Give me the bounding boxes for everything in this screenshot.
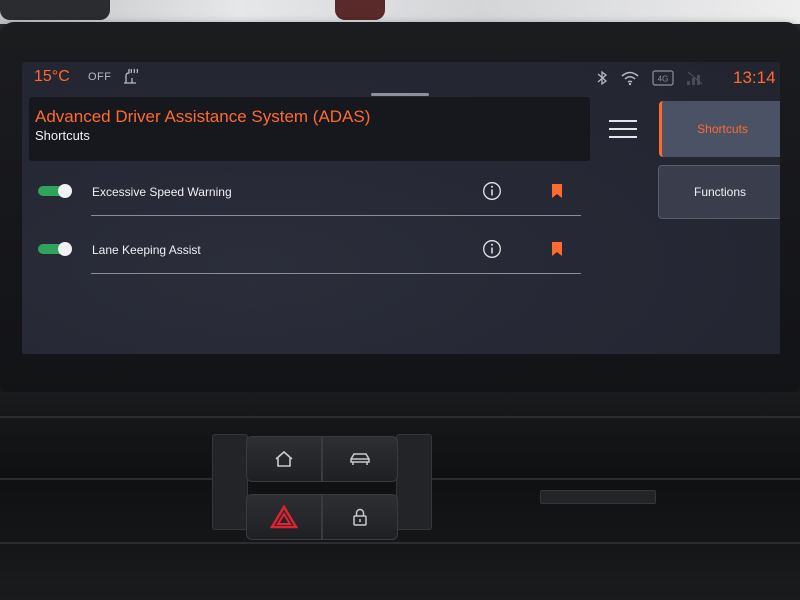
status-bar: 15°C OFF 4G 13:14 — [22, 62, 780, 92]
lane-keeping-assist-toggle[interactable] — [38, 242, 72, 256]
button-bracket — [212, 434, 248, 530]
touch-screen: 15°C OFF 4G 13:14 Advanced Driver Assist… — [22, 62, 780, 354]
info-icon[interactable] — [482, 181, 502, 201]
button-bracket — [396, 434, 432, 530]
hamburger-icon-line — [609, 136, 637, 138]
car-infotainment-scene: 15°C OFF 4G 13:14 Advanced Driver Assist… — [0, 0, 800, 600]
list-item-lane-keeping-assist: Lane Keeping Assist — [34, 232, 582, 284]
trim-line — [0, 542, 800, 544]
trim-line — [0, 416, 800, 418]
lock-button[interactable] — [322, 494, 398, 540]
background-object — [335, 0, 385, 20]
pull-down-handle[interactable] — [371, 93, 429, 96]
seat-heating-icon[interactable] — [120, 67, 140, 87]
info-icon[interactable] — [482, 239, 502, 259]
lock-icon — [353, 508, 367, 526]
hazard-button[interactable] — [246, 494, 322, 540]
svg-text:4G: 4G — [658, 75, 669, 84]
list-item-label: Lane Keeping Assist — [92, 243, 201, 257]
hamburger-icon-line — [609, 120, 637, 122]
menu-button[interactable] — [609, 118, 637, 140]
divider — [91, 215, 581, 216]
tab-functions[interactable]: Functions — [658, 165, 780, 219]
divider — [91, 273, 581, 274]
clock: 13:14 — [733, 68, 776, 87]
status-icons: 4G — [596, 68, 704, 88]
vent-slot — [540, 490, 656, 504]
outside-temperature: 15°C — [34, 68, 70, 85]
page-subtitle: Shortcuts — [35, 128, 90, 143]
car-icon — [350, 453, 370, 465]
list-item-label: Excessive Speed Warning — [92, 185, 232, 199]
network-4g-icon: 4G — [652, 70, 674, 86]
lower-dashboard — [0, 392, 800, 600]
tab-shortcuts[interactable]: Shortcuts — [659, 101, 780, 157]
home-icon — [275, 450, 293, 467]
vehicle-button[interactable] — [322, 436, 398, 482]
excessive-speed-warning-toggle[interactable] — [38, 184, 72, 198]
seat-heating-state: OFF — [88, 71, 112, 83]
bookmark-icon[interactable] — [550, 241, 564, 257]
page-header: Advanced Driver Assistance System (ADAS)… — [29, 97, 590, 161]
hazard-icon — [270, 505, 298, 529]
bluetooth-icon — [597, 70, 608, 86]
bookmark-icon[interactable] — [550, 183, 564, 199]
list-item-excessive-speed-warning: Excessive Speed Warning — [34, 174, 582, 226]
hamburger-icon-line — [609, 128, 637, 130]
page-title: Advanced Driver Assistance System (ADAS) — [35, 107, 371, 126]
toggle-knob — [58, 242, 72, 256]
background-object — [0, 0, 110, 20]
wifi-icon — [621, 71, 639, 86]
dashboard-top-surface — [0, 0, 800, 24]
signal-icon — [687, 71, 703, 85]
toggle-knob — [58, 184, 72, 198]
home-button[interactable] — [246, 436, 322, 482]
